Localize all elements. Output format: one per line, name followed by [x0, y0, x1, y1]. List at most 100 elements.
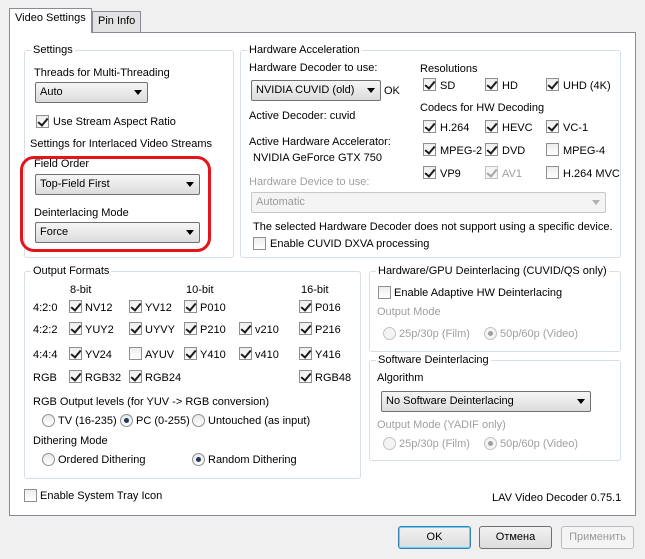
row-label-rgb: RGB	[33, 372, 57, 384]
dither-random-radio[interactable]	[192, 453, 205, 466]
levels-tv-label: TV (16-235)	[58, 415, 117, 427]
fmt-y416-checkbox[interactable]	[299, 347, 312, 360]
fmt-y416-label: Y416	[315, 349, 341, 361]
red-highlight-annotation	[20, 156, 211, 252]
codec-vc1-label: VC-1	[563, 122, 589, 134]
codec-mpeg2-checkbox[interactable]	[423, 143, 436, 156]
sw-algo-value: No Software Deinterlacing	[386, 395, 514, 407]
stream-aspect-checkbox[interactable]	[36, 115, 49, 128]
hw-deint-video-radio[interactable]	[484, 327, 497, 340]
hw-deint-checkbox[interactable]	[378, 286, 391, 299]
codec-vc1-checkbox[interactable]	[546, 120, 559, 133]
hw-deint-video-label: 50p/60p (Video)	[500, 328, 579, 340]
res-uhd-checkbox[interactable]	[546, 78, 559, 91]
dither-ordered-label: Ordered Dithering	[58, 454, 146, 466]
fmt-uyvy-checkbox[interactable]	[129, 322, 142, 335]
fmt-rgb24-checkbox[interactable]	[129, 370, 142, 383]
settings-legend: Settings	[33, 44, 73, 56]
chevron-down-icon	[592, 200, 600, 205]
res-hd-checkbox[interactable]	[485, 78, 498, 91]
threads-value: Auto	[40, 86, 63, 98]
fmt-p016-checkbox[interactable]	[299, 300, 312, 313]
sw-deint-video-radio[interactable]	[484, 437, 497, 450]
sw-deint-film-radio[interactable]	[383, 437, 396, 450]
hw-device-warning: The selected Hardware Decoder does not s…	[253, 221, 613, 233]
fmt-p216-checkbox[interactable]	[299, 322, 312, 335]
hw-decoder-select[interactable]: NVIDIA CUVID (old)	[251, 80, 381, 101]
chevron-down-icon	[577, 399, 585, 404]
tray-icon-checkbox[interactable]	[24, 489, 37, 502]
tray-icon-label: Enable System Tray Icon	[40, 490, 163, 502]
fmt-yv24-checkbox[interactable]	[69, 347, 82, 360]
active-accel-label: Active Hardware Accelerator:	[249, 136, 391, 148]
fmt-yv12-label: YV12	[145, 302, 172, 314]
fmt-y410-checkbox[interactable]	[184, 347, 197, 360]
stream-aspect-label: Use Stream Aspect Ratio	[53, 116, 176, 128]
ok-button[interactable]: OK	[398, 526, 471, 549]
codecs-label: Codecs for HW Decoding	[420, 102, 545, 114]
res-uhd-label: UHD (4K)	[563, 80, 611, 92]
levels-pc-label: PC (0-255)	[136, 415, 190, 427]
row-label-444: 4:4:4	[33, 349, 58, 361]
sw-algo-select[interactable]: No Software Deinterlacing	[381, 391, 591, 412]
hw-decoder-label: Hardware Decoder to use:	[249, 62, 378, 74]
dithering-label: Dithering Mode	[33, 435, 108, 447]
apply-button[interactable]: Применить	[561, 526, 634, 549]
codec-av1-label: AV1	[502, 168, 522, 180]
hw-deint-film-radio[interactable]	[383, 327, 396, 340]
fmt-nv12-checkbox[interactable]	[69, 300, 82, 313]
codec-h264-checkbox[interactable]	[423, 120, 436, 133]
codec-dvd-checkbox[interactable]	[485, 143, 498, 156]
codec-hevc-label: HEVC	[502, 122, 533, 134]
hw-decoder-value: NVIDIA CUVID (old)	[256, 84, 355, 96]
sw-algo-label: Algorithm	[377, 372, 424, 384]
levels-tv-radio[interactable]	[42, 414, 55, 427]
hw-device-label: Hardware Device to use:	[249, 176, 370, 188]
threads-select[interactable]: Auto	[35, 82, 148, 103]
hw-device-select[interactable]: Automatic	[251, 192, 606, 213]
output-formats-legend: Output Formats	[33, 265, 110, 277]
codec-h264mvc-checkbox[interactable]	[546, 166, 559, 179]
dxva-checkbox[interactable]	[253, 237, 266, 250]
threads-label: Threads for Multi-Threading	[34, 67, 170, 79]
levels-untouched-label: Untouched (as input)	[208, 415, 311, 427]
fmt-rgb48-label: RGB48	[315, 372, 352, 384]
version-label: LAV Video Decoder 0.75.1	[492, 492, 622, 504]
fmt-yv12-checkbox[interactable]	[129, 300, 142, 313]
codec-mpeg2-label: MPEG-2	[440, 145, 483, 157]
codec-hevc-checkbox[interactable]	[485, 120, 498, 133]
codec-vp9-checkbox[interactable]	[423, 166, 436, 179]
fmt-rgb32-checkbox[interactable]	[69, 370, 82, 383]
codec-av1-checkbox[interactable]	[485, 166, 498, 179]
active-decoder: Active Decoder: cuvid	[249, 110, 356, 122]
fmt-p210-checkbox[interactable]	[184, 322, 197, 335]
sw-deint-film-label: 25p/30p (Film)	[399, 438, 470, 450]
header-10bit: 10-bit	[186, 284, 214, 296]
fmt-ayuv-label: AYUV	[145, 349, 175, 361]
fmt-p010-checkbox[interactable]	[184, 300, 197, 313]
levels-untouched-radio[interactable]	[192, 414, 205, 427]
fmt-rgb48-checkbox[interactable]	[299, 370, 312, 383]
fmt-v210-checkbox[interactable]	[239, 322, 252, 335]
res-sd-checkbox[interactable]	[423, 78, 436, 91]
fmt-v410-checkbox[interactable]	[239, 347, 252, 360]
fmt-yuy2-label: YUY2	[85, 324, 114, 336]
tab-pin-info[interactable]: Pin Info	[92, 11, 142, 32]
fmt-p216-label: P216	[315, 324, 341, 336]
fmt-p010-label: P010	[200, 302, 226, 314]
fmt-yuy2-checkbox[interactable]	[69, 322, 82, 335]
resolutions-label: Resolutions	[420, 63, 478, 75]
rgb-levels-label: RGB Output levels (for YUV -> RGB conver…	[33, 396, 270, 408]
codec-mpeg4-checkbox[interactable]	[546, 143, 559, 156]
header-8bit: 8-bit	[70, 284, 92, 296]
hw-device-value: Automatic	[256, 196, 305, 208]
tab-video-settings[interactable]: Video Settings	[9, 8, 92, 33]
dxva-label: Enable CUVID DXVA processing	[270, 238, 430, 250]
fmt-y410-label: Y410	[200, 349, 226, 361]
fmt-ayuv-checkbox[interactable]	[129, 347, 142, 360]
dither-ordered-radio[interactable]	[42, 453, 55, 466]
active-accel-value: NVIDIA GeForce GTX 750	[253, 152, 382, 164]
cancel-button[interactable]: Отмена	[479, 526, 552, 549]
codec-h264-label: H.264	[440, 122, 470, 134]
levels-pc-radio[interactable]	[120, 414, 133, 427]
